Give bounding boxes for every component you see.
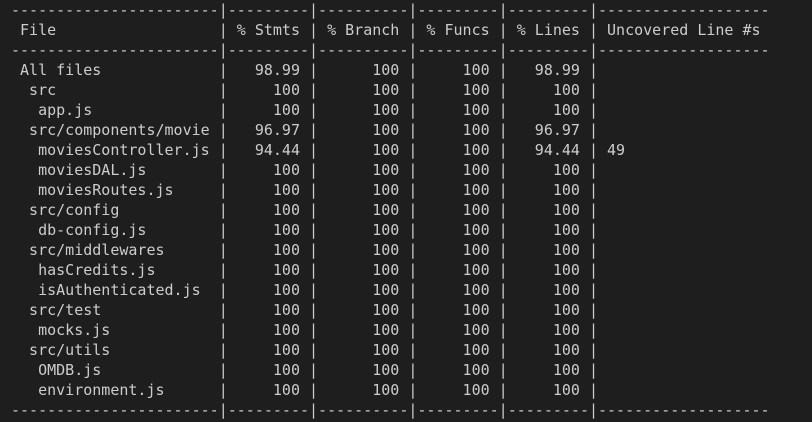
terminal-panel[interactable]: -----------------------|---------|------… [0,0,812,422]
table-row: app.js | 100 | 100 | 100 | 100 | [11,101,770,119]
table-row: moviesRoutes.js | 100 | 100 | 100 | 100 … [11,181,770,199]
table-row: isAuthenticated.js | 100 | 100 | 100 | 1… [11,281,770,299]
table-row: moviesDAL.js | 100 | 100 | 100 | 100 | [11,161,770,179]
separator-top: -----------------------|---------|------… [11,1,770,19]
table-row: OMDB.js | 100 | 100 | 100 | 100 | [11,361,770,379]
separator-bottom: -----------------------|---------|------… [11,401,770,419]
table-row: src/middlewares | 100 | 100 | 100 | 100 … [11,241,770,259]
table-row: hasCredits.js | 100 | 100 | 100 | 100 | [11,261,770,279]
header-row: File | % Stmts | % Branch | % Funcs | % … [11,21,770,39]
coverage-table: -----------------------|---------|------… [11,0,770,420]
table-row: src/config | 100 | 100 | 100 | 100 | [11,201,770,219]
table-row: src/test | 100 | 100 | 100 | 100 | [11,301,770,319]
table-row: src/components/movie | 96.97 | 100 | 100… [11,121,770,139]
table-row: moviesController.js | 94.44 | 100 | 100 … [11,141,770,159]
table-row: mocks.js | 100 | 100 | 100 | 100 | [11,321,770,339]
separator-header: -----------------------|---------|------… [11,41,770,59]
table-row: db-config.js | 100 | 100 | 100 | 100 | [11,221,770,239]
table-row: src/utils | 100 | 100 | 100 | 100 | [11,341,770,359]
table-row: src | 100 | 100 | 100 | 100 | [11,81,770,99]
table-row: environment.js | 100 | 100 | 100 | 100 | [11,381,770,399]
table-row: All files | 98.99 | 100 | 100 | 98.99 | [11,61,770,79]
